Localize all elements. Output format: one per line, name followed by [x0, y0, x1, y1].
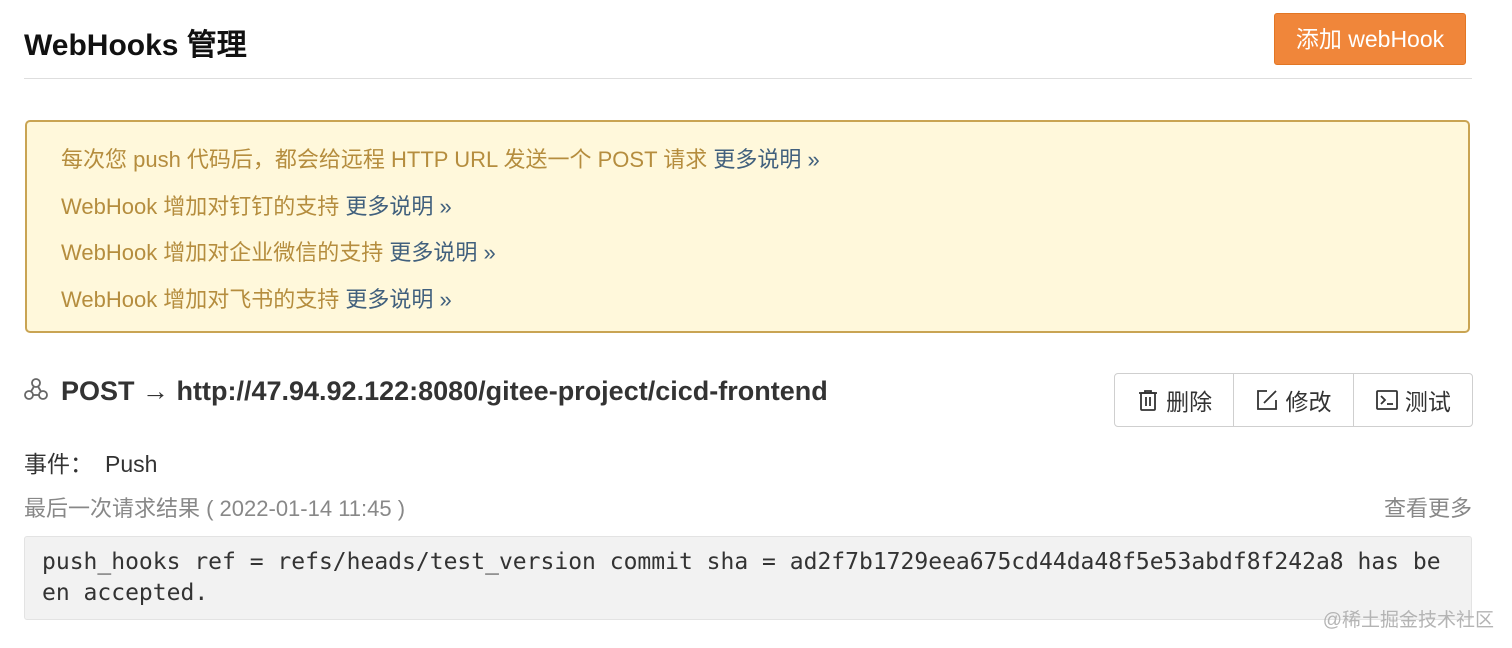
notice-item: WebHook 增加对钉钉的支持 更多说明 »	[61, 189, 1468, 236]
notice-item: WebHook 增加对企业微信的支持 更多说明 »	[61, 235, 1468, 282]
webhook-icon	[24, 378, 48, 400]
webhook-actions: 删除 修改 测试	[1114, 373, 1473, 427]
delete-button[interactable]: 删除	[1115, 374, 1235, 426]
page-header: WebHooks 管理 添加 webHook	[24, 0, 1472, 79]
test-label: 测试	[1404, 389, 1451, 415]
watermark: @稀土掘金技术社区	[1322, 610, 1494, 631]
test-button[interactable]: 测试	[1354, 374, 1472, 426]
event-row: 事件： Push	[24, 445, 157, 479]
terminal-icon	[1375, 390, 1398, 410]
notice-box: 每次您 push 代码后，都会给远程 HTTP URL 发送一个 POST 请求…	[25, 120, 1470, 333]
notice-text: WebHook 增加对钉钉的支持	[61, 193, 346, 219]
event-label: 事件：	[24, 451, 93, 477]
delete-label: 删除	[1166, 389, 1213, 415]
notice-item: 每次您 push 代码后，都会给远程 HTTP URL 发送一个 POST 请求…	[61, 142, 1468, 189]
last-request-label: 最后一次请求结果 ( 2022-01-14 11:45 )	[24, 496, 406, 521]
notice-item: WebHook 增加对飞书的支持 更多说明 »	[61, 282, 1468, 329]
edit-icon	[1257, 390, 1278, 410]
view-more-link[interactable]: 查看更多	[1384, 491, 1472, 523]
more-info-link[interactable]: 更多说明 »	[713, 147, 819, 172]
page-title: WebHooks 管理	[24, 29, 247, 62]
edit-label: 修改	[1285, 389, 1332, 415]
response-output: push_hooks ref = refs/heads/test_version…	[24, 536, 1472, 620]
notice-text: WebHook 增加对飞书的支持	[61, 286, 346, 312]
add-webhook-button[interactable]: 添加 webHook	[1274, 13, 1466, 65]
webhook-url: POST → http://47.94.92.122:8080/gitee-pr…	[61, 376, 828, 406]
more-info-link[interactable]: 更多说明 »	[345, 194, 451, 219]
event-value: Push	[105, 451, 158, 477]
trash-icon	[1139, 390, 1158, 411]
more-info-link[interactable]: 更多说明 »	[389, 240, 495, 265]
edit-button[interactable]: 修改	[1234, 374, 1354, 426]
notice-text: 每次您 push 代码后，都会给远程 HTTP URL 发送一个 POST 请求	[61, 147, 714, 172]
notice-text: WebHook 增加对企业微信的支持	[61, 240, 390, 265]
more-info-link[interactable]: 更多说明 »	[345, 287, 451, 312]
